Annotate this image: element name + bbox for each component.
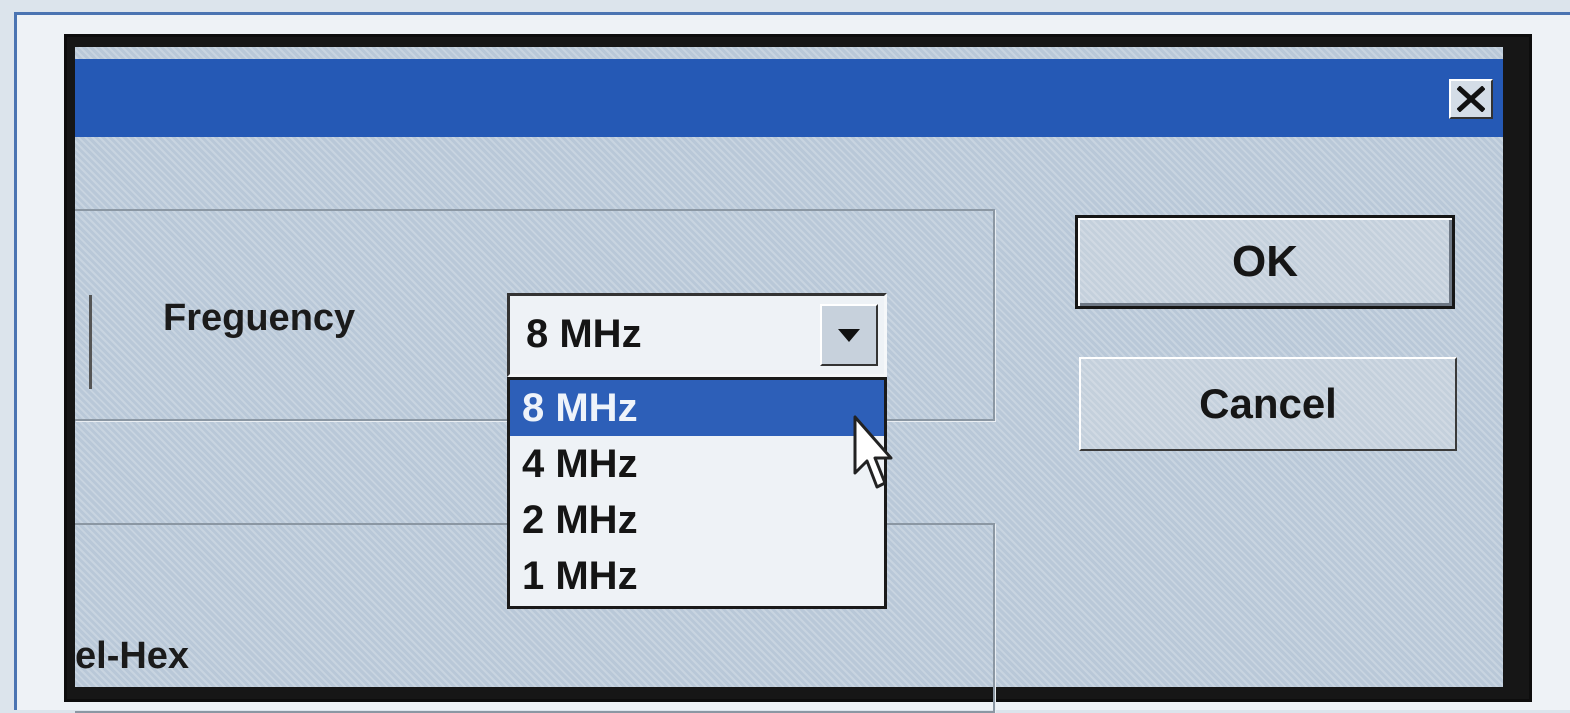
chevron-down-icon <box>838 329 860 342</box>
mouse-pointer-icon <box>853 415 893 489</box>
frequency-selected-value: 8 MHz <box>526 312 642 356</box>
cancel-button[interactable]: Cancel <box>1079 357 1457 451</box>
dropdown-option[interactable]: 1 MHz <box>510 548 884 604</box>
ok-button[interactable]: OK <box>1075 215 1455 309</box>
dropdown-arrow-button[interactable] <box>820 304 878 366</box>
frequency-label: Freguency <box>163 297 356 339</box>
partial-control-edge <box>75 295 92 389</box>
partial-format-label: el-Hex <box>75 635 190 677</box>
dropdown-option[interactable]: 4 MHz <box>510 436 884 492</box>
frequency-combobox[interactable]: 8 MHz <box>507 293 887 377</box>
frequency-dropdown-list[interactable]: 8 MHz 4 MHz 2 MHz 1 MHz <box>507 377 887 609</box>
dropdown-option[interactable]: 8 MHz <box>510 380 884 436</box>
close-button[interactable] <box>1449 79 1493 119</box>
dropdown-option[interactable]: 2 MHz <box>510 492 884 548</box>
title-bar[interactable] <box>75 59 1503 137</box>
dialog-body: Freguency 8 MHz 8 MHz 4 MHz 2 MHz 1 MHz … <box>75 47 1503 713</box>
frequency-dialog: Freguency 8 MHz 8 MHz 4 MHz 2 MHz 1 MHz … <box>64 34 1532 713</box>
close-icon <box>1457 86 1485 112</box>
